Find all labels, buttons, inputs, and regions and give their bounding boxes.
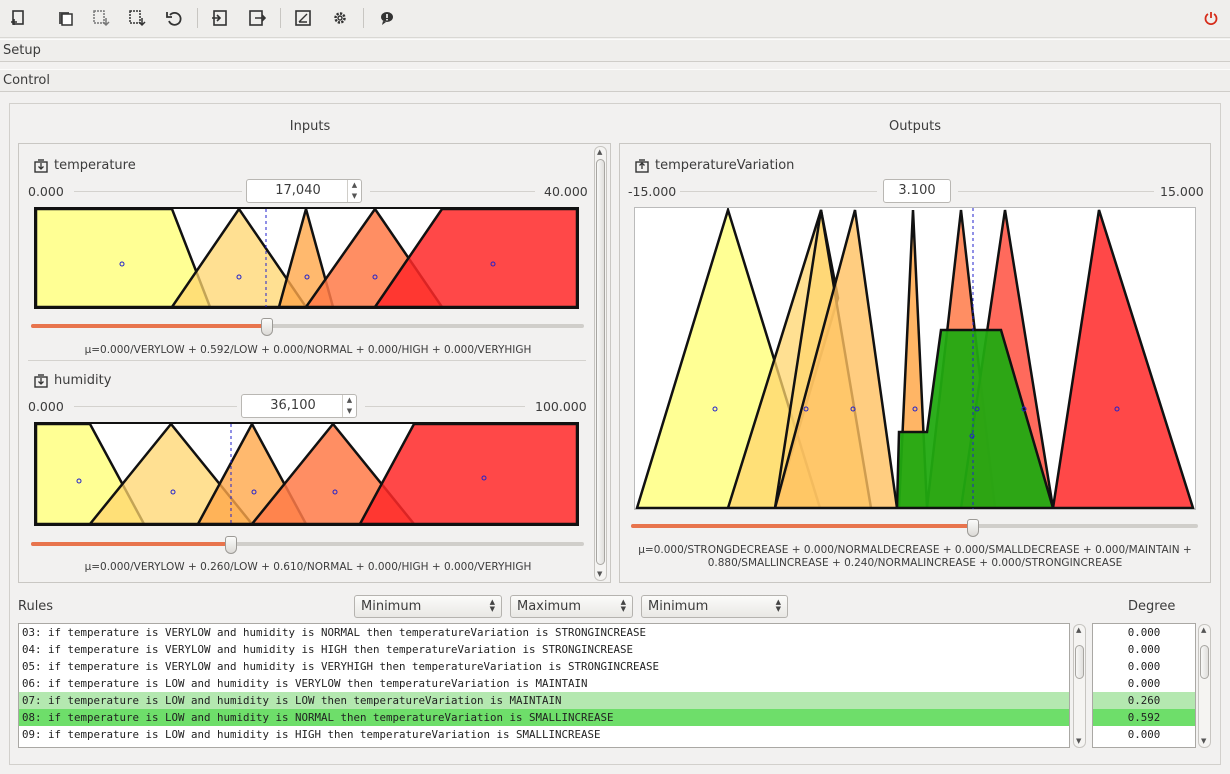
temperatureVariation-value-output: 3.100 — [883, 179, 951, 203]
inputs-scroll-thumb[interactable] — [596, 159, 605, 565]
input-variable-icon — [34, 158, 48, 173]
temperatureVariation-mf-plot — [634, 205, 1196, 510]
output-mf-strongincrease — [1051, 209, 1195, 510]
implication-select[interactable]: Minimum ▲ ▼ — [641, 595, 788, 618]
conjunction-select[interactable]: Minimum ▲ ▼ — [354, 595, 502, 618]
scroll-down-arrow[interactable]: ▼ — [1201, 738, 1206, 745]
scroll-up-arrow[interactable]: ▲ — [1076, 627, 1081, 634]
humidity-membership-text: μ=0.000/VERYLOW + 0.260/LOW + 0.610/NORM… — [84, 561, 532, 573]
output-variable-icon — [635, 158, 649, 173]
rule-row[interactable]: 07: if temperature is LOW and humidity i… — [19, 692, 1069, 709]
humidity-mf-veryhigh — [358, 424, 577, 524]
degree-scrollbar[interactable]: ▲ ▼ — [1198, 624, 1211, 748]
scroll-down-arrow[interactable]: ▼ — [597, 571, 602, 578]
temperature-spin-arrows[interactable]: ▲ ▼ — [347, 180, 361, 202]
rule-row[interactable]: 09: if temperature is LOW and humidity i… — [19, 726, 1069, 743]
input-variable-icon — [34, 373, 48, 388]
info-bubble-icon[interactable] — [376, 7, 398, 29]
degree-label: Degree — [1128, 599, 1176, 614]
rule-row[interactable]: 03: if temperature is VERYLOW and humidi… — [19, 624, 1069, 641]
humidity-slider-fill — [31, 542, 231, 546]
undo-icon[interactable] — [163, 7, 185, 29]
inputs-scrollbar[interactable]: ▲ ▼ — [594, 146, 607, 581]
output-mu-line1: μ=0.000/STRONGDECREASE + 0.000/NORMALDEC… — [638, 544, 1192, 556]
rules-list[interactable]: 03: if temperature is VERYLOW and humidi… — [18, 623, 1070, 748]
degree-scroll-thumb[interactable] — [1200, 645, 1209, 679]
output-mu-line2: 0.880/SMALLINCREASE + 0.240/NORMALINCREA… — [707, 557, 1123, 569]
degree-value: 0.000 — [1127, 728, 1161, 741]
open-copy-icon[interactable] — [55, 7, 77, 29]
rule-row[interactable]: 06: if temperature is LOW and humidity i… — [19, 675, 1069, 692]
gear-icon[interactable] — [329, 7, 351, 29]
humidity-slider-handle[interactable] — [225, 536, 237, 554]
temperatureVariation-max: 15.000 — [1160, 184, 1204, 199]
main-toolbar — [0, 0, 1230, 38]
humidity-slider-track[interactable] — [31, 542, 584, 546]
chevron-updown-icon: ▲ ▼ — [489, 598, 495, 613]
temperature-min: 0.000 — [28, 184, 64, 199]
rules-label: Rules — [18, 599, 54, 614]
temperature-label: temperature — [54, 158, 136, 173]
temperature-slider-handle[interactable] — [261, 318, 273, 336]
humidity-mf-plot — [34, 422, 579, 526]
conjunction-value: Minimum — [361, 599, 422, 614]
humidity-value-input[interactable]: 36,100 ▲ ▼ — [241, 394, 357, 418]
degree-value: 0.000 — [1127, 626, 1161, 639]
humidity-min: 0.000 — [28, 399, 64, 414]
outputs-title: Outputs — [889, 119, 941, 134]
scroll-up-arrow[interactable]: ▲ — [1201, 627, 1206, 634]
rule-row[interactable]: 04: if temperature is VERYLOW and humidi… — [19, 641, 1069, 658]
setup-section-header[interactable]: Setup — [0, 39, 1230, 62]
temperature-slider-track[interactable] — [31, 324, 584, 328]
temperature-header: temperature — [34, 158, 136, 173]
degree-value: 0.000 — [1127, 643, 1161, 656]
temperature-value-text: 17,040 — [275, 183, 321, 198]
rule-row[interactable]: 05: if temperature is VERYLOW and humidi… — [19, 658, 1069, 675]
implication-value: Minimum — [648, 599, 709, 614]
disjunction-value: Maximum — [517, 599, 582, 614]
humidity-label: humidity — [54, 373, 112, 388]
new-engine-icon[interactable] — [7, 7, 29, 29]
temperatureVariation-slider-track[interactable] — [631, 524, 1198, 528]
degree-value: 0.000 — [1127, 660, 1161, 673]
temperatureVariation-min: -15.000 — [628, 184, 677, 199]
humidity-spin-arrows[interactable]: ▲ ▼ — [342, 395, 356, 417]
temperature-mf-plot — [34, 207, 579, 309]
degree-value: 0.000 — [1127, 677, 1161, 690]
login-icon[interactable] — [209, 7, 231, 29]
temperatureVariation-slider-fill — [631, 524, 973, 528]
rules-scroll-thumb[interactable] — [1075, 645, 1084, 679]
rule-row[interactable]: 08: if temperature is LOW and humidity i… — [19, 709, 1069, 726]
logout-icon[interactable] — [246, 7, 268, 29]
humidity-value-text: 36,100 — [270, 398, 316, 413]
inputs-title: Inputs — [289, 119, 331, 134]
temperatureVariation-label: temperatureVariation — [655, 158, 795, 173]
temperatureVariation-membership-text: μ=0.000/STRONGDECREASE + 0.000/NORMALDEC… — [625, 544, 1205, 570]
humidity-max: 100.000 — [535, 399, 587, 414]
disjunction-select[interactable]: Maximum ▲ ▼ — [510, 595, 633, 618]
temperature-max: 40.000 — [544, 184, 588, 199]
temperature-membership-text: μ=0.000/VERYLOW + 0.592/LOW + 0.000/NORM… — [84, 344, 532, 356]
humidity-header: humidity — [34, 373, 111, 388]
temperatureVariation-slider-handle[interactable] — [967, 519, 979, 537]
control-section-header[interactable]: Control — [0, 69, 1230, 92]
power-icon[interactable] — [1200, 7, 1222, 29]
degree-value: 0.260 — [1093, 692, 1195, 709]
temperature-slider-fill — [31, 324, 267, 328]
rules-scrollbar[interactable]: ▲ ▼ — [1073, 624, 1086, 748]
degree-value: 0.592 — [1093, 709, 1195, 726]
chevron-updown-icon: ▲ ▼ — [775, 598, 781, 613]
chart-icon[interactable] — [292, 7, 314, 29]
temperature-value-input[interactable]: 17,040 ▲ ▼ — [246, 179, 362, 203]
temperatureVariation-header: temperatureVariation — [635, 158, 794, 173]
chevron-updown-icon: ▲ ▼ — [620, 598, 626, 613]
degree-list: 0.000 0.000 0.000 0.000 0.260 0.592 0.000 — [1092, 623, 1196, 748]
export-icon[interactable] — [126, 7, 148, 29]
import-icon[interactable] — [90, 7, 112, 29]
scroll-down-arrow[interactable]: ▼ — [1076, 738, 1081, 745]
scroll-up-arrow[interactable]: ▲ — [597, 149, 602, 156]
